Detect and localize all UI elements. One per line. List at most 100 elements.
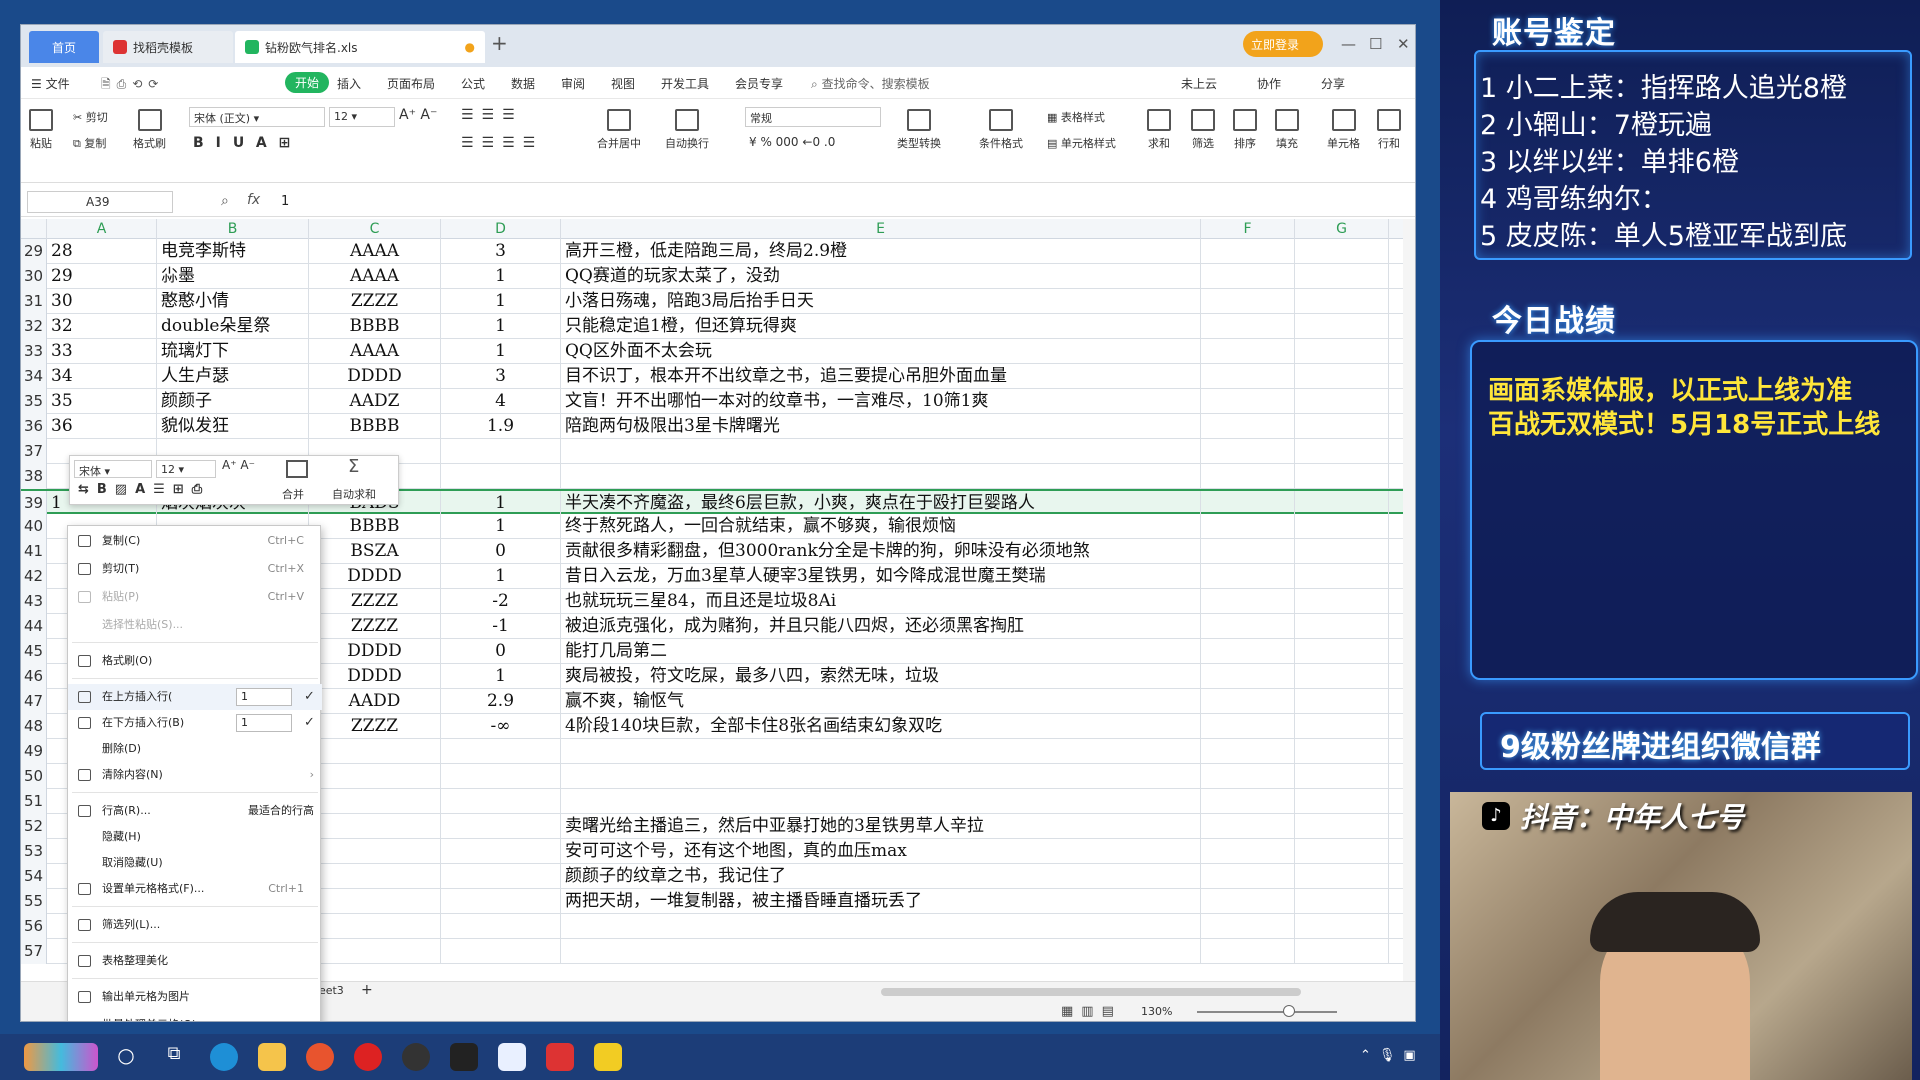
row-number[interactable]: 35 xyxy=(21,389,47,414)
row-number[interactable]: 45 xyxy=(21,639,47,664)
cell-b[interactable]: 憨憨小倩 xyxy=(157,289,309,314)
cell-f[interactable] xyxy=(1201,939,1295,964)
cell-d[interactable] xyxy=(441,864,561,889)
cell-e[interactable]: 目不识丁，根本开不出纹章之书，追三要提心吊胆外面血量 xyxy=(561,364,1201,389)
format-painter-button[interactable]: 格式刷 xyxy=(133,109,166,151)
cell-e[interactable] xyxy=(561,764,1201,789)
cell-c[interactable]: AADZ xyxy=(309,389,441,414)
cell-c[interactable]: ZZZZ xyxy=(309,714,441,739)
row-number[interactable]: 46 xyxy=(21,664,47,689)
cell-g[interactable] xyxy=(1295,814,1389,839)
cell-c[interactable]: DDDD xyxy=(309,564,441,589)
cell-f[interactable] xyxy=(1201,514,1295,539)
cell-g[interactable] xyxy=(1295,864,1389,889)
cloud-status[interactable]: 未上云 xyxy=(1181,75,1217,92)
cell-g[interactable] xyxy=(1295,939,1389,964)
cell-e[interactable]: QQ赛道的玩家太菜了，没劲 xyxy=(561,264,1201,289)
cell-d[interactable]: 1 xyxy=(441,491,561,516)
app-dark-icon[interactable] xyxy=(450,1043,478,1071)
tab-home[interactable]: 首页 xyxy=(29,31,99,63)
table-row[interactable]: 33 33 琉璃灯下 AAAA 1 QQ区外面不太会玩 xyxy=(21,339,1415,364)
cell-d[interactable] xyxy=(441,464,561,489)
app-yellow-icon[interactable] xyxy=(594,1043,622,1071)
name-box[interactable]: A39 xyxy=(27,191,173,213)
cell-g[interactable] xyxy=(1295,614,1389,639)
cell-g[interactable] xyxy=(1295,264,1389,289)
cell-d[interactable]: 0 xyxy=(441,539,561,564)
col-header-f[interactable]: F xyxy=(1201,219,1295,239)
cell-f[interactable] xyxy=(1201,289,1295,314)
fill-button[interactable]: 填充 xyxy=(1275,109,1299,151)
cell-e[interactable]: 颜颜子的纹章之书，我记住了 xyxy=(561,864,1201,889)
cell-d[interactable]: 1 xyxy=(441,664,561,689)
ctx-insert-below[interactable]: 在下方插入行(B) 1 ✓ xyxy=(68,710,322,736)
ctx-paste[interactable]: 粘贴(P) Ctrl+V xyxy=(68,584,322,610)
formula-input[interactable]: 1 xyxy=(281,194,289,209)
share-button[interactable]: 分享 xyxy=(1321,75,1345,92)
cell-f[interactable] xyxy=(1201,339,1295,364)
font-name-select[interactable]: 宋体 (正文) ▾ xyxy=(189,107,325,127)
zoom-search-icon[interactable]: ⌕ xyxy=(221,193,229,209)
cell-f[interactable] xyxy=(1201,539,1295,564)
cell-f[interactable] xyxy=(1201,714,1295,739)
cell-d[interactable] xyxy=(441,764,561,789)
font-grow-icon[interactable]: A⁺ A⁻ xyxy=(399,107,437,123)
table-row[interactable]: 29 28 电竞李斯特 AAAA 3 高开三橙，低走陪跑三局，终局2.9橙 xyxy=(21,239,1415,264)
wps-icon[interactable] xyxy=(546,1043,574,1071)
cell-c[interactable]: ZZZZ xyxy=(309,614,441,639)
menu-file[interactable]: ☰ 文件 xyxy=(31,75,70,92)
app-fire-icon[interactable] xyxy=(306,1043,334,1071)
mini-font-select[interactable]: 宋体 ▾ xyxy=(74,460,152,478)
cell-d[interactable] xyxy=(441,839,561,864)
row-number[interactable]: 33 xyxy=(21,339,47,364)
cell-g[interactable] xyxy=(1295,564,1389,589)
row-number[interactable]: 50 xyxy=(21,764,47,789)
cell-d[interactable]: -1 xyxy=(441,614,561,639)
file-explorer-icon[interactable] xyxy=(258,1043,286,1071)
ctx-batch[interactable]: 批量处理单元格(Q) › xyxy=(68,1012,322,1021)
cell-f[interactable] xyxy=(1201,664,1295,689)
insert-below-count-input[interactable]: 1 xyxy=(236,714,292,732)
copy-button[interactable]: ⧉ 复制 xyxy=(73,135,106,151)
cell-f[interactable] xyxy=(1201,614,1295,639)
cell-e[interactable]: 只能稳定追1橙，但还算玩得爽 xyxy=(561,314,1201,339)
cell-e[interactable]: 贡献很多精彩翻盘，但3000rank分全是卡牌的狗，卵味没有必须地煞 xyxy=(561,539,1201,564)
minimize-icon[interactable]: — xyxy=(1341,35,1356,53)
cell-d[interactable]: -2 xyxy=(441,589,561,614)
ctx-row-height[interactable]: 行高(R)... 最适合的行高 xyxy=(68,798,322,824)
number-format-select[interactable]: 常规 xyxy=(745,107,881,127)
cell-c[interactable]: BSZA xyxy=(309,539,441,564)
cell-d[interactable]: 1 xyxy=(441,339,561,364)
cell-g[interactable] xyxy=(1295,289,1389,314)
cell-g[interactable] xyxy=(1295,464,1389,489)
cell-g[interactable] xyxy=(1295,714,1389,739)
cell-e[interactable]: 赢不爽，输怄气 xyxy=(561,689,1201,714)
cell-f[interactable] xyxy=(1201,914,1295,939)
menu-formula[interactable]: 公式 xyxy=(461,75,485,92)
ctx-insert-above[interactable]: 在上方插入行(1 ✓ xyxy=(68,684,322,710)
row-number[interactable]: 30 xyxy=(21,264,47,289)
font-size-select[interactable]: 12 ▾ xyxy=(329,107,395,127)
cell-d[interactable] xyxy=(441,739,561,764)
cell-e[interactable] xyxy=(561,439,1201,464)
select-all-corner[interactable] xyxy=(21,219,47,239)
vertical-scrollbar[interactable] xyxy=(1403,219,1415,981)
menu-page-layout[interactable]: 页面布局 xyxy=(387,75,435,92)
cell-e[interactable] xyxy=(561,789,1201,814)
ctx-beautify[interactable]: 表格整理美化 xyxy=(68,948,322,974)
cell-e[interactable]: 也就玩玩三星84，而且还是垃圾8Ai xyxy=(561,589,1201,614)
cell-g[interactable] xyxy=(1295,364,1389,389)
cell-c[interactable] xyxy=(309,889,441,914)
row-number[interactable]: 57 xyxy=(21,939,47,964)
cell-f[interactable] xyxy=(1201,814,1295,839)
number-buttons[interactable]: ¥ % 000 ←0 .0 xyxy=(749,135,835,149)
cell-e[interactable] xyxy=(561,464,1201,489)
cell-a[interactable]: 28 xyxy=(47,239,157,264)
cell-g[interactable] xyxy=(1295,739,1389,764)
app-light-icon[interactable] xyxy=(498,1043,526,1071)
cell-f[interactable] xyxy=(1201,464,1295,489)
ctx-filter-column[interactable]: 筛选列(L)... xyxy=(68,912,322,938)
cell-d[interactable]: 2.9 xyxy=(441,689,561,714)
close-icon[interactable]: ✕ xyxy=(1397,35,1410,53)
cell-g[interactable] xyxy=(1295,839,1389,864)
